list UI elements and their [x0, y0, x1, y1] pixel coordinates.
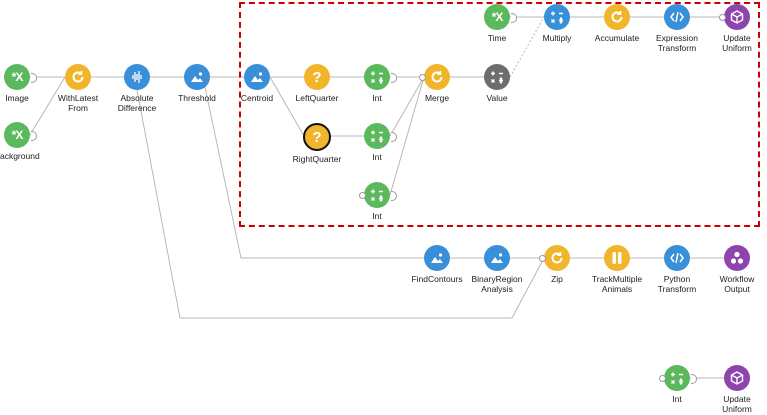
subject-icon: *X [4, 122, 37, 148]
input-port[interactable] [539, 255, 546, 262]
node-value[interactable]: Value [437, 64, 557, 104]
operators-icon [484, 64, 510, 90]
node-updateuniform1[interactable]: Update Uniform [677, 4, 767, 53]
node-label: Update Uniform [722, 394, 752, 414]
cube-icon [719, 4, 750, 30]
output-port[interactable] [391, 191, 397, 201]
node-background[interactable]: *X Background [0, 122, 77, 162]
input-port[interactable] [659, 375, 666, 382]
node-int3[interactable]: Int [317, 182, 437, 222]
node-label: Int [372, 152, 382, 162]
output-port[interactable] [31, 131, 37, 141]
input-port[interactable] [419, 74, 426, 81]
input-port[interactable] [719, 14, 726, 21]
node-int2[interactable]: Int [317, 123, 437, 163]
operators-icon [359, 182, 397, 208]
cube-icon [724, 365, 750, 391]
node-label: Update Uniform [722, 33, 752, 53]
node-label: Background [0, 151, 40, 161]
cluster-icon [724, 245, 750, 271]
node-label: Workflow Output [719, 274, 755, 294]
node-updateuniform2[interactable]: Update Uniform [677, 365, 767, 414]
input-port[interactable] [359, 192, 366, 199]
node-workflowoutput[interactable]: Workflow Output [677, 245, 767, 294]
node-label: Value [486, 93, 508, 103]
operators-icon [364, 123, 397, 149]
node-label: Int [372, 211, 382, 221]
output-port[interactable] [391, 132, 397, 142]
workflow-canvas[interactable]: *XImage*XBackgroundWithLatest FromAbsolu… [0, 0, 767, 415]
